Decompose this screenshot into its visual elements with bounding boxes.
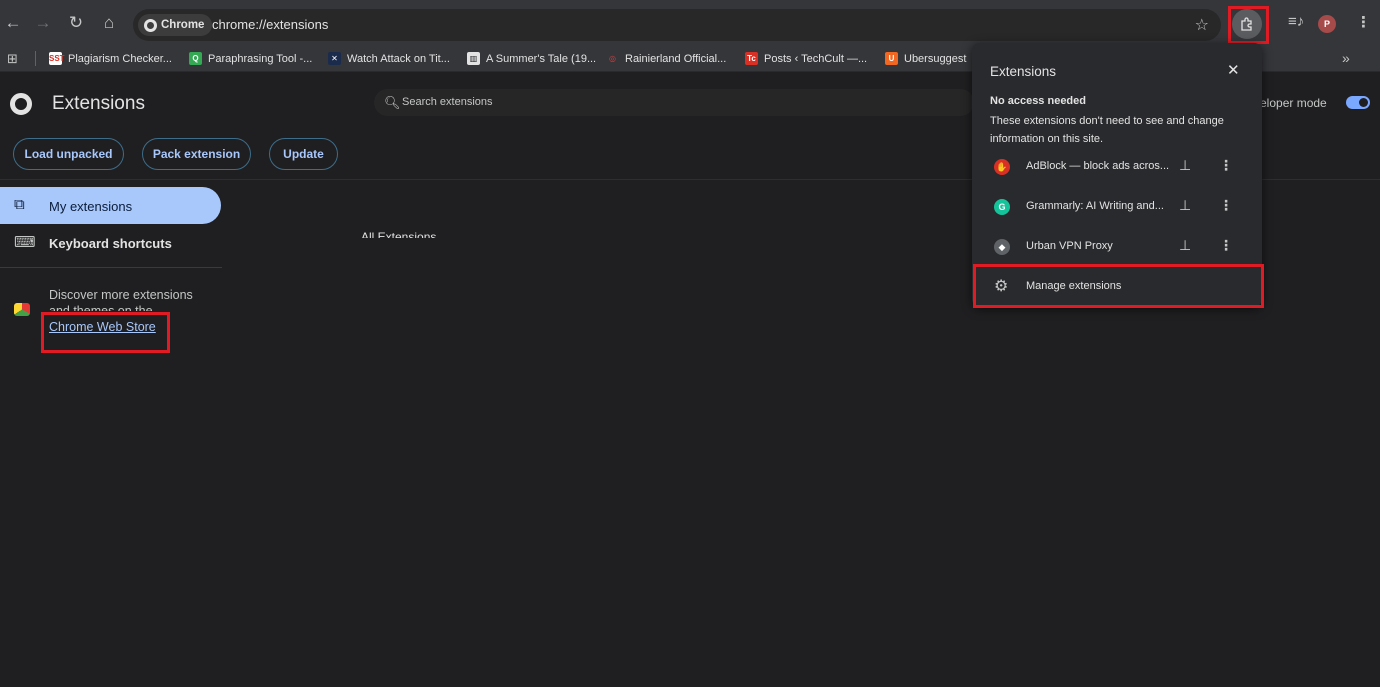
bookmark-item[interactable]: ✕ Watch Attack on Tit... [328, 52, 450, 65]
page-title: Extensions [52, 93, 145, 114]
keyboard-icon: ⌨ [14, 234, 36, 251]
close-icon[interactable]: ✕ [1227, 61, 1240, 79]
search-icon: 🔍︎ [384, 95, 401, 110]
more-options-icon[interactable]: ⋮ [1219, 197, 1233, 214]
bookmark-favicon-icon: Tc [745, 52, 758, 65]
bookmark-item[interactable]: ▥ A Summer's Tale (19... [467, 52, 596, 65]
more-options-icon[interactable]: ⋮ [1219, 237, 1233, 254]
bookmark-item[interactable]: Tc Posts ‹ TechCult —... [745, 52, 867, 65]
puzzle-icon: ⧉ [14, 196, 25, 213]
pin-icon[interactable]: ⊥ [1179, 237, 1191, 254]
site-chip-label: Chrome [161, 19, 205, 31]
bookmark-star-icon[interactable]: ☆ [1195, 15, 1209, 35]
extension-icon: G [994, 199, 1010, 215]
extension-name: Urban VPN Proxy [1026, 240, 1113, 252]
forward-icon[interactable]: → [33, 13, 53, 33]
bookmark-label: Watch Attack on Tit... [347, 52, 450, 65]
bookmark-label: Rainierland Official... [625, 52, 727, 65]
bookmark-favicon-icon: U [885, 52, 898, 65]
no-access-title: No access needed [990, 95, 1086, 107]
home-icon[interactable]: ⌂ [99, 13, 119, 33]
highlight-extensions-button [1228, 6, 1269, 44]
load-unpacked-button[interactable]: Load unpacked [13, 138, 124, 170]
sidebar-item-my-extensions[interactable]: ⧉ My extensions [0, 187, 221, 224]
highlight-store-link [41, 312, 170, 353]
media-control-icon[interactable]: ≡♪ [1288, 13, 1304, 30]
site-chip[interactable]: Chrome [138, 14, 213, 36]
sidebar-item-label: Keyboard shortcuts [49, 236, 172, 251]
no-access-description: These extensions don't need to see and c… [990, 115, 1224, 145]
developer-mode-toggle[interactable] [1346, 96, 1370, 109]
all-extensions-heading: All Extensions [361, 230, 437, 238]
sidebar-divider [0, 267, 222, 268]
chrome-logo-icon [144, 18, 157, 32]
more-options-icon[interactable]: ⋮ [1219, 157, 1233, 174]
extension-row[interactable]: ◆ Urban VPN Proxy ⊥ ⋮ [972, 226, 1262, 266]
extension-row[interactable]: G Grammarly: AI Writing and... ⊥ ⋮ [972, 186, 1262, 226]
apps-grid-icon[interactable]: ⊞ [7, 51, 18, 67]
menu-kebab-icon[interactable]: ⋮ [1356, 13, 1371, 31]
bookmark-favicon-icon: ✕ [328, 52, 341, 65]
extension-icon: ✋ [994, 159, 1010, 175]
toggle-knob [1359, 98, 1368, 107]
pin-icon[interactable]: ⊥ [1179, 197, 1191, 214]
back-icon[interactable]: ← [3, 13, 23, 33]
update-button[interactable]: Update [269, 138, 338, 170]
bookmark-label: A Summer's Tale (19... [486, 52, 597, 65]
developer-mode-label: eloper mode [1260, 96, 1327, 110]
bookmark-item[interactable]: SST Plagiarism Checker... [49, 52, 172, 65]
search-placeholder: Search extensions [402, 96, 493, 108]
web-store-icon [14, 303, 30, 316]
avatar[interactable]: P [1318, 15, 1336, 33]
popup-title: Extensions [990, 64, 1057, 79]
pin-icon[interactable]: ⊥ [1179, 157, 1191, 174]
bookmark-favicon-icon: ▥ [467, 52, 480, 65]
extension-row[interactable]: ✋ AdBlock — block ads acros... ⊥ ⋮ [972, 146, 1262, 186]
extension-name: Grammarly: AI Writing and... [1026, 200, 1164, 212]
bookmark-label: Posts ‹ TechCult —... [764, 52, 868, 65]
sidebar-item-label: My extensions [49, 199, 133, 214]
pack-extension-button[interactable]: Pack extension [142, 138, 251, 170]
url-text[interactable]: chrome://extensions [212, 17, 328, 32]
bookmark-label: Ubersuggest [904, 52, 967, 65]
bookmark-favicon-icon: SST [49, 52, 65, 65]
search-input[interactable]: 🔍︎ Search extensions [374, 89, 974, 116]
bookmark-item[interactable]: U Ubersuggest [885, 52, 966, 65]
browser-toolbar: ← → ↻ ⌂ Chrome chrome://extensions ☆ ≡♪ … [0, 0, 1380, 46]
bookmark-favicon-icon: ◎ [606, 52, 619, 65]
more-bookmarks-icon[interactable]: » [1342, 50, 1350, 66]
bookmark-label: Plagiarism Checker... [68, 52, 172, 65]
extension-icon: ◆ [994, 239, 1010, 255]
chrome-logo-icon [10, 93, 32, 115]
sidebar-item-keyboard-shortcuts[interactable]: ⌨ Keyboard shortcuts [0, 224, 221, 261]
highlight-manage-extensions [973, 264, 1264, 308]
extension-name: AdBlock — block ads acros... [1026, 160, 1170, 172]
bookmark-label: Paraphrasing Tool -... [208, 52, 313, 65]
address-bar[interactable]: Chrome chrome://extensions ☆ [133, 9, 1221, 41]
bookmark-favicon-icon: Q [189, 52, 202, 65]
bookmark-item[interactable]: ◎ Rainierland Official... [606, 52, 726, 65]
reload-icon[interactable]: ↻ [66, 13, 86, 33]
bookmarks-divider [35, 51, 36, 66]
bookmark-item[interactable]: Q Paraphrasing Tool -... [189, 52, 312, 65]
discover-text-line2: and themes on the [49, 304, 153, 311]
